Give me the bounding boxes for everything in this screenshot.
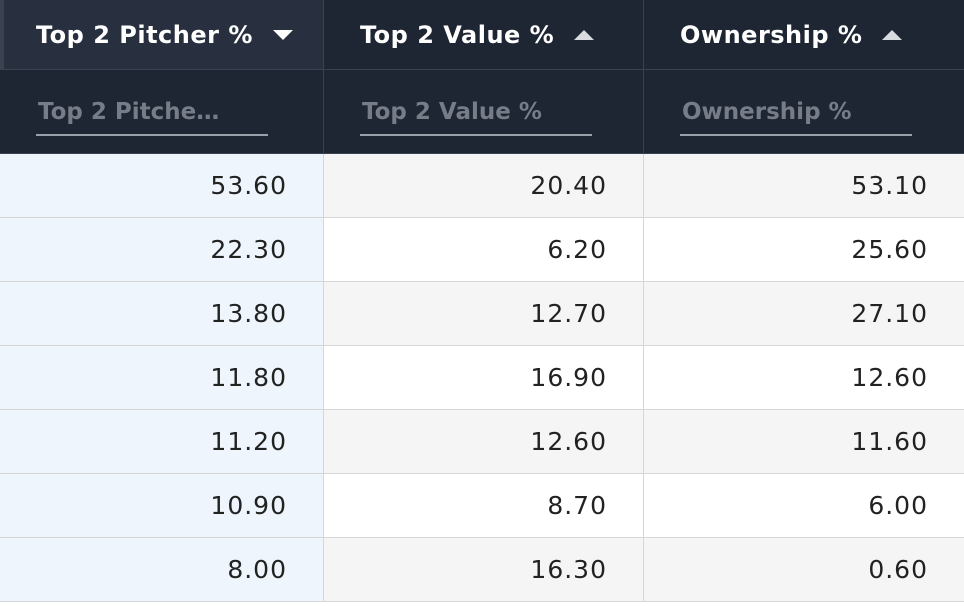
column-header-top2-pitcher[interactable]: Top 2 Pitcher % <box>0 0 324 69</box>
table-row[interactable]: 53.60 20.40 53.10 <box>0 154 964 218</box>
cell-top2-pitcher[interactable]: 11.20 <box>0 410 324 473</box>
cell-top2-pitcher[interactable]: 53.60 <box>0 154 324 217</box>
cell-top2-value[interactable]: 8.70 <box>324 474 644 537</box>
data-grid: Top 2 Pitcher % Top 2 Value % Ownership … <box>0 0 964 606</box>
cell-ownership[interactable]: 0.60 <box>644 538 964 601</box>
table-row[interactable]: 11.20 12.60 11.60 <box>0 410 964 474</box>
cell-top2-value[interactable]: 16.90 <box>324 346 644 409</box>
cell-top2-pitcher[interactable]: 8.00 <box>0 538 324 601</box>
filter-input-ownership[interactable] <box>680 90 912 136</box>
cell-top2-pitcher[interactable]: 13.80 <box>0 282 324 345</box>
cell-ownership[interactable]: 27.10 <box>644 282 964 345</box>
cell-top2-pitcher[interactable]: 11.80 <box>0 346 324 409</box>
filter-row <box>0 70 964 154</box>
cell-top2-value[interactable]: 16.30 <box>324 538 644 601</box>
cell-ownership[interactable]: 11.60 <box>644 410 964 473</box>
cell-ownership[interactable]: 53.10 <box>644 154 964 217</box>
caret-up-icon[interactable] <box>882 29 903 40</box>
table-row[interactable]: 11.80 16.90 12.60 <box>0 346 964 410</box>
filter-cell-top2-pitcher <box>0 70 324 153</box>
cell-top2-value[interactable]: 6.20 <box>324 218 644 281</box>
column-header-label: Top 2 Value % <box>360 20 555 49</box>
table-row[interactable]: 13.80 12.70 27.10 <box>0 282 964 346</box>
table-row[interactable]: 22.30 6.20 25.60 <box>0 218 964 282</box>
filter-cell-top2-value <box>324 70 644 153</box>
column-header-label: Ownership % <box>680 20 863 49</box>
cell-ownership[interactable]: 6.00 <box>644 474 964 537</box>
cell-top2-pitcher[interactable]: 22.30 <box>0 218 324 281</box>
filter-input-top2-pitcher[interactable] <box>36 90 268 136</box>
cell-top2-value[interactable]: 20.40 <box>324 154 644 217</box>
cell-top2-value[interactable]: 12.60 <box>324 410 644 473</box>
filter-cell-ownership <box>644 70 964 153</box>
cell-ownership[interactable]: 25.60 <box>644 218 964 281</box>
cell-top2-pitcher[interactable]: 10.90 <box>0 474 324 537</box>
caret-down-icon[interactable] <box>272 29 293 40</box>
table-row[interactable]: 8.00 16.30 0.60 <box>0 538 964 602</box>
filter-input-top2-value[interactable] <box>360 90 592 136</box>
column-header-ownership[interactable]: Ownership % <box>644 0 964 69</box>
column-header-top2-value[interactable]: Top 2 Value % <box>324 0 644 69</box>
column-header-label: Top 2 Pitcher % <box>36 20 253 49</box>
table-row[interactable]: 10.90 8.70 6.00 <box>0 474 964 538</box>
header-row: Top 2 Pitcher % Top 2 Value % Ownership … <box>0 0 964 70</box>
cell-ownership[interactable]: 12.60 <box>644 346 964 409</box>
grid-body: 53.60 20.40 53.10 22.30 6.20 25.60 13.80… <box>0 154 964 602</box>
cell-top2-value[interactable]: 12.70 <box>324 282 644 345</box>
caret-up-icon[interactable] <box>574 29 595 40</box>
